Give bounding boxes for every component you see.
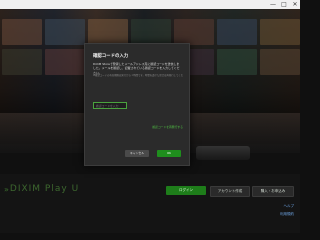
help-link[interactable]: ヘルプ	[280, 202, 295, 210]
purchase-button[interactable]: 購入・お申込み	[252, 186, 294, 197]
bottom-bar	[0, 174, 300, 233]
dialog-note: ※確認コードの有効期限は発行から１時間です。時間を過ぎた場合は再発行してください…	[93, 74, 183, 77]
verification-code-dialog: 確認コードの入力 DiXiM Storeで登録したメールアドレス宛に確認コードを…	[84, 43, 190, 166]
background-tile	[217, 19, 257, 45]
maximize-button[interactable]: □	[281, 0, 287, 9]
brand-name: DIXIM Play U	[9, 184, 80, 194]
cancel-button[interactable]: キャンセル	[125, 150, 149, 157]
minimize-button[interactable]: —	[270, 0, 276, 9]
background-tile	[2, 19, 42, 45]
background-tiles-row	[0, 19, 302, 45]
footer-links: ヘルプ 利用規約	[280, 202, 294, 218]
background-tile	[45, 19, 85, 45]
verification-code-input[interactable]	[93, 102, 127, 109]
resend-code-link[interactable]: 確認コードを再発行する	[152, 125, 183, 129]
background-tile	[2, 49, 42, 75]
background-tile	[88, 19, 128, 45]
background-tile	[217, 49, 257, 75]
close-button[interactable]: ✕	[292, 0, 298, 9]
window-controls: — □ ✕	[270, 0, 298, 9]
background-tile	[45, 49, 85, 75]
brand-logo: » DIXIM Play U	[4, 184, 79, 194]
login-button[interactable]: ログイン	[166, 186, 206, 195]
terms-link[interactable]: 利用規約	[280, 210, 294, 218]
brand-arrows-icon: »	[4, 184, 9, 194]
ok-button[interactable]: OK	[157, 150, 181, 157]
background-tile	[260, 49, 300, 75]
background-tile	[131, 19, 171, 45]
background-tile	[260, 19, 300, 45]
dialog-title: 確認コードの入力	[93, 54, 129, 59]
background-tile	[174, 19, 214, 45]
create-account-button[interactable]: アカウント作成	[210, 186, 250, 197]
window-titlebar: — □ ✕	[0, 0, 300, 9]
background-device-image	[196, 146, 250, 160]
